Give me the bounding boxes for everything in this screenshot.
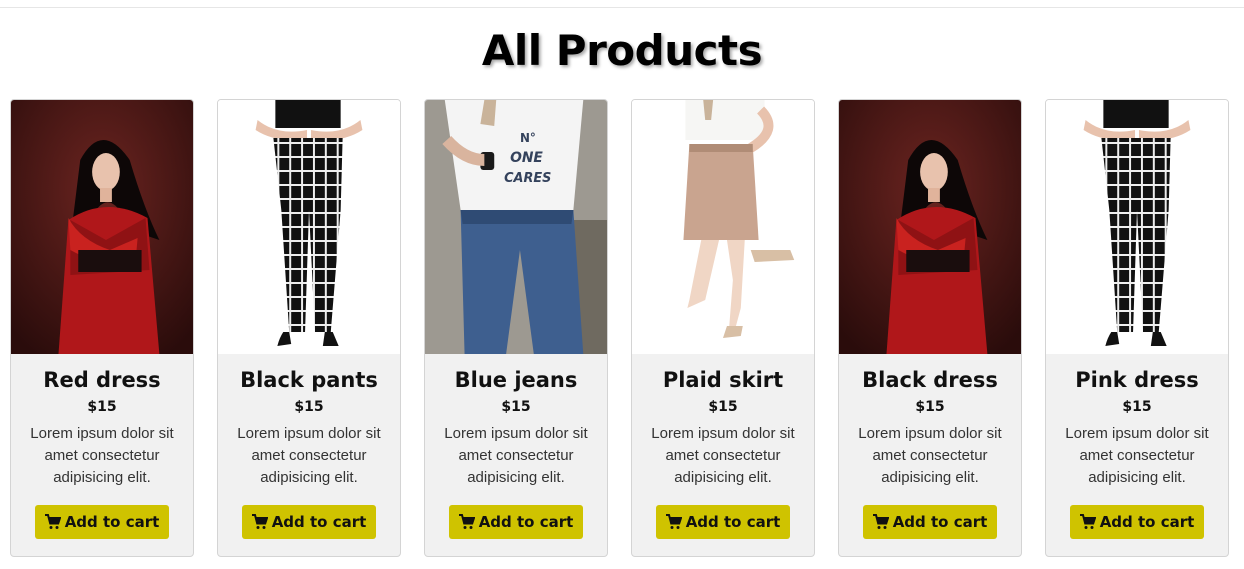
- product-title: Pink dress: [1075, 368, 1199, 392]
- product-image[interactable]: [218, 100, 400, 354]
- add-to-cart-label: Add to cart: [478, 513, 574, 531]
- product-card: Black dress $15 Lorem ipsum dolor sit am…: [838, 99, 1022, 557]
- cart-icon: [665, 514, 682, 530]
- product-grid: Red dress $15 Lorem ipsum dolor sit amet…: [10, 99, 1229, 557]
- product-title: Black pants: [240, 368, 378, 392]
- product-image[interactable]: N° ONE CARES: [425, 100, 607, 354]
- product-image[interactable]: [632, 100, 814, 354]
- svg-text:N°: N°: [520, 131, 536, 145]
- cart-icon: [872, 514, 889, 530]
- product-description: Lorem ipsum dolor sit amet consectetur a…: [651, 425, 795, 486]
- product-image[interactable]: [839, 100, 1021, 354]
- product-description: Lorem ipsum dolor sit amet consectetur a…: [237, 425, 381, 486]
- product-card: Plaid skirt $15 Lorem ipsum dolor sit am…: [631, 99, 815, 557]
- product-title: Red dress: [43, 368, 161, 392]
- product-price: $15: [915, 399, 945, 415]
- add-to-cart-label: Add to cart: [892, 513, 988, 531]
- add-to-cart-label: Add to cart: [685, 513, 781, 531]
- add-to-cart-button[interactable]: Add to cart: [655, 505, 791, 539]
- add-to-cart-label: Add to cart: [271, 513, 367, 531]
- product-title: Blue jeans: [454, 368, 578, 392]
- product-price: $15: [294, 399, 324, 415]
- product-description: Lorem ipsum dolor sit amet consectetur a…: [30, 425, 174, 486]
- product-price: $15: [708, 399, 738, 415]
- cart-icon: [1079, 514, 1096, 530]
- product-card: Pink dress $15 Lorem ipsum dolor sit ame…: [1045, 99, 1229, 557]
- svg-text:ONE: ONE: [510, 150, 543, 166]
- product-image[interactable]: [11, 100, 193, 354]
- page-title: All Products: [481, 26, 763, 75]
- add-to-cart-button[interactable]: Add to cart: [34, 505, 170, 539]
- product-price: $15: [87, 399, 117, 415]
- svg-text:CARES: CARES: [504, 171, 551, 186]
- product-price: $15: [1122, 399, 1152, 415]
- product-price: $15: [501, 399, 531, 415]
- product-title: Black dress: [862, 368, 998, 392]
- add-to-cart-label: Add to cart: [64, 513, 160, 531]
- product-card: Red dress $15 Lorem ipsum dolor sit amet…: [10, 99, 194, 557]
- cart-icon: [251, 514, 268, 530]
- product-description: Lorem ipsum dolor sit amet consectetur a…: [1065, 425, 1209, 486]
- cart-icon: [458, 514, 475, 530]
- add-to-cart-button[interactable]: Add to cart: [241, 505, 377, 539]
- product-image[interactable]: [1046, 100, 1228, 354]
- product-description: Lorem ipsum dolor sit amet consectetur a…: [858, 425, 1002, 486]
- top-divider: [0, 7, 1244, 8]
- product-description: Lorem ipsum dolor sit amet consectetur a…: [444, 425, 588, 486]
- product-card: N° ONE CARES Blue jeans $15 Lorem ipsum …: [424, 99, 608, 557]
- add-to-cart-button[interactable]: Add to cart: [1069, 505, 1205, 539]
- add-to-cart-button[interactable]: Add to cart: [448, 505, 584, 539]
- add-to-cart-label: Add to cart: [1099, 513, 1195, 531]
- add-to-cart-button[interactable]: Add to cart: [862, 505, 998, 539]
- product-card: Black pants $15 Lorem ipsum dolor sit am…: [217, 99, 401, 557]
- product-title: Plaid skirt: [662, 368, 784, 392]
- cart-icon: [44, 514, 61, 530]
